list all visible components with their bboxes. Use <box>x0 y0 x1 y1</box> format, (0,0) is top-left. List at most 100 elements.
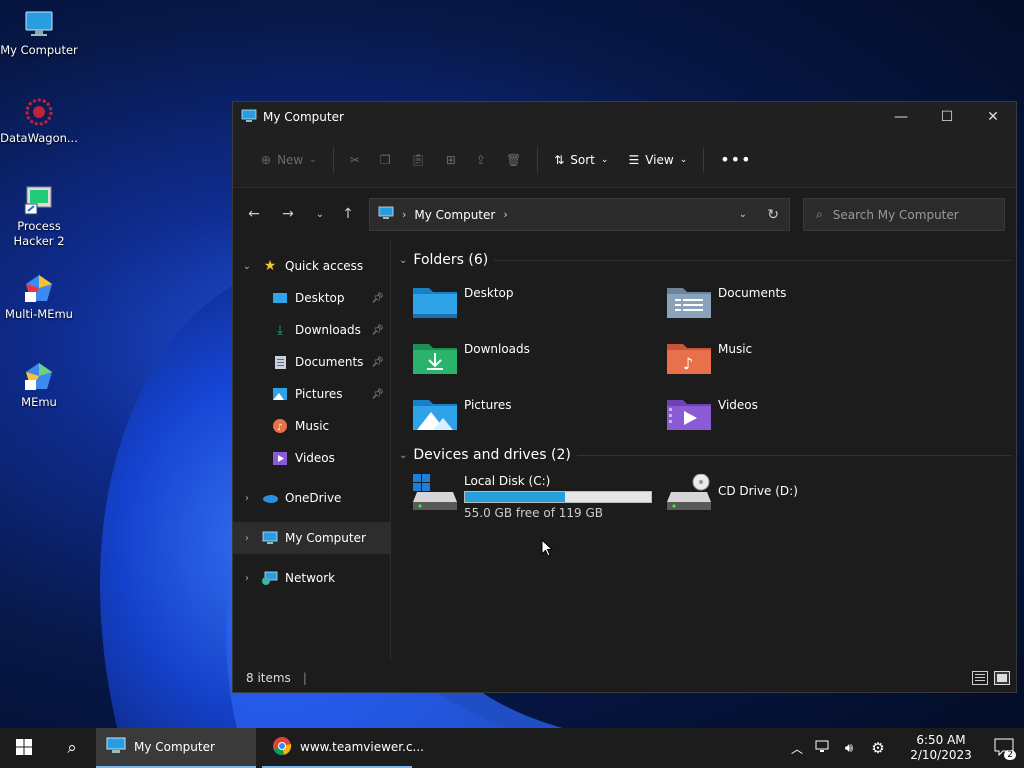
rename-button[interactable]: ⊞ <box>436 144 466 176</box>
desktop-icon-process-hacker[interactable]: Process Hacker 2 <box>0 184 78 249</box>
share-icon: ⇪ <box>475 152 486 167</box>
more-options-button[interactable]: ••• <box>710 144 761 176</box>
new-button[interactable]: ⊕ New ⌄ <box>251 144 327 176</box>
start-button[interactable] <box>0 728 48 768</box>
tiles-view-icon[interactable] <box>994 671 1010 688</box>
sidebar-item-label: Quick access <box>285 259 364 273</box>
taskbar: ⌕ My Computer www.teamviewer.c... ︿ 🔊︎ ⚙… <box>0 728 1024 768</box>
sidebar-item-network[interactable]: › Network <box>233 562 390 594</box>
volume-icon[interactable]: 🔊︎ <box>838 741 860 756</box>
up-button[interactable]: ↑ <box>331 197 365 231</box>
chevron-right-icon[interactable]: › <box>233 493 261 504</box>
chevron-up-icon[interactable]: ︿ <box>786 740 808 757</box>
cloud-icon <box>261 490 279 506</box>
content-pane: ⌄ Folders (6) Desktop Documents Download… <box>393 240 1016 660</box>
chevron-right-icon[interactable]: › <box>233 573 261 584</box>
folder-pictures[interactable]: Pictures <box>413 396 653 434</box>
sidebar-item-desktop[interactable]: Desktop 📌︎ <box>233 282 390 314</box>
folder-music[interactable]: ♪ Music <box>667 340 907 378</box>
share-button[interactable]: ⇪ <box>466 144 496 176</box>
view-label: View <box>645 152 674 167</box>
copy-button[interactable]: ❐ <box>370 144 401 176</box>
notifications-button[interactable]: 2 <box>984 728 1024 768</box>
maximize-button[interactable]: ☐ <box>924 102 970 132</box>
drive-label: CD Drive (D:) <box>718 484 798 498</box>
title-bar[interactable]: My Computer — ☐ ✕ <box>233 102 1016 132</box>
svg-text:♪: ♪ <box>277 423 283 433</box>
drive-c[interactable]: Local Disk (C:) 55.0 GB free of 119 GB <box>413 474 663 520</box>
refresh-icon[interactable]: ↻ <box>767 207 779 223</box>
search-button[interactable]: ⌕ <box>48 728 96 768</box>
chevron-down-icon: ⌄ <box>600 154 609 165</box>
sidebar-item-videos[interactable]: Videos <box>233 442 390 474</box>
folder-desktop[interactable]: Desktop <box>413 284 653 322</box>
desktop-icon-multi-memu[interactable]: Multi-MEmu <box>0 272 78 322</box>
details-view-icon[interactable] <box>972 671 988 688</box>
notification-badge: 2 <box>1004 750 1016 760</box>
arrow-up-icon: ↑ <box>342 206 354 222</box>
chevron-right-icon: › <box>503 208 508 221</box>
desktop-icon-my-computer[interactable]: My Computer <box>0 8 78 58</box>
cut-button[interactable]: ✂ <box>340 144 370 176</box>
arrow-right-icon: → <box>282 206 294 222</box>
folders-group-header[interactable]: ⌄ Folders (6) <box>399 252 1011 268</box>
folder-videos[interactable]: Videos <box>667 396 907 434</box>
clock[interactable]: 6:50 AM 2/10/2023 <box>902 733 980 763</box>
folder-downloads[interactable]: Downloads <box>413 340 653 378</box>
windows-logo-icon <box>16 738 32 758</box>
back-button[interactable]: ← <box>237 197 271 231</box>
hard-drive-icon <box>413 474 457 515</box>
chevron-down-icon: ⌄ <box>399 449 408 461</box>
memu-icon <box>23 360 55 392</box>
paste-button[interactable]: 📋︎ <box>401 144 436 176</box>
desktop-icon-memu[interactable]: MEmu <box>0 360 78 410</box>
group-title: Devices and drives (2) <box>413 447 571 463</box>
folder-label: Videos <box>718 398 758 412</box>
chevron-down-icon: ⌄ <box>679 154 688 165</box>
sidebar-item-downloads[interactable]: ⤓ Downloads 📌︎ <box>233 314 390 346</box>
group-title: Folders (6) <box>413 252 489 268</box>
search-box[interactable]: ⌕ Search My Computer <box>803 198 1005 231</box>
address-bar[interactable]: › My Computer › ⌄ ↻ <box>369 198 790 231</box>
breadcrumb-my-computer[interactable]: My Computer <box>414 208 495 222</box>
sidebar-item-label: Videos <box>295 451 335 465</box>
sidebar-item-quick-access[interactable]: ⌄ ★ Quick access <box>233 250 390 282</box>
monitor-icon <box>261 530 279 546</box>
forward-button[interactable]: → <box>271 197 305 231</box>
status-bar: 8 items | <box>233 664 1016 692</box>
desktop-icon-label: My Computer <box>0 43 78 57</box>
address-dropdown-icon[interactable]: ⌄ <box>739 209 747 220</box>
sidebar-item-documents[interactable]: Documents 📌︎ <box>233 346 390 378</box>
sidebar-item-label: Pictures <box>295 387 343 401</box>
sidebar-item-pictures[interactable]: Pictures 📌︎ <box>233 378 390 410</box>
desktop-icon-datawagon[interactable]: DataWagon... <box>0 96 78 146</box>
sidebar-item-my-computer[interactable]: › My Computer <box>233 522 390 554</box>
sidebar-item-music[interactable]: ♪ Music <box>233 410 390 442</box>
delete-button[interactable]: 🗑︎ <box>496 144 531 176</box>
close-button[interactable]: ✕ <box>970 102 1016 132</box>
minimize-button[interactable]: — <box>878 102 924 132</box>
gear-icon[interactable]: ⚙ <box>864 739 892 757</box>
chevron-down-icon: ⌄ <box>309 154 317 165</box>
item-count: 8 items <box>246 671 291 685</box>
desktop-icon-label: DataWagon... <box>0 131 78 145</box>
taskbar-item-chrome[interactable]: www.teamviewer.c... <box>262 728 424 768</box>
folder-documents[interactable]: Documents <box>667 284 907 322</box>
chevron-down-icon: ⌄ <box>315 208 325 220</box>
drives-group-header[interactable]: ⌄ Devices and drives (2) <box>399 447 1011 463</box>
sidebar-item-label: Network <box>285 571 336 585</box>
process-hacker-icon <box>23 184 55 216</box>
sort-button[interactable]: ⇅ Sort ⌄ <box>544 144 618 176</box>
plus-circle-icon: ⊕ <box>261 152 272 167</box>
chevron-right-icon[interactable]: › <box>233 533 261 544</box>
network-tray-icon[interactable] <box>812 740 834 757</box>
sidebar-item-onedrive[interactable]: › OneDrive <box>233 482 390 514</box>
pin-icon: 📌︎ <box>371 292 384 304</box>
chevron-down-icon[interactable]: ⌄ <box>233 261 261 272</box>
new-label: New <box>277 152 304 167</box>
drive-d[interactable]: CD Drive (D:) <box>667 473 907 520</box>
search-icon: ⌕ <box>67 738 77 758</box>
view-button[interactable]: ☰ View ⌄ <box>618 144 697 176</box>
downloads-folder-icon <box>413 340 457 377</box>
taskbar-item-explorer[interactable]: My Computer <box>96 728 256 768</box>
